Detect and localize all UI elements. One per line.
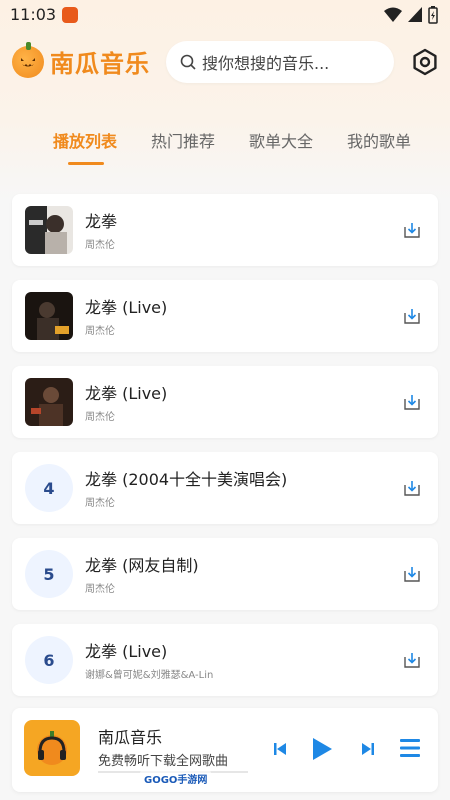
next-icon[interactable] xyxy=(360,741,376,757)
app-name: 南瓜音乐 xyxy=(50,50,150,78)
download-icon[interactable] xyxy=(402,306,422,326)
active-tab-indicator xyxy=(68,162,104,165)
song-row[interactable]: 6 龙拳 (Live) 谢娜&曾可妮&刘雅瑟&A-Lin xyxy=(12,624,438,696)
song-artist: 周杰伦 xyxy=(85,412,115,423)
brand: 南瓜音乐 xyxy=(12,41,150,79)
download-icon[interactable] xyxy=(402,478,422,498)
song-artist: 周杰伦 xyxy=(85,326,115,337)
playlist-icon[interactable] xyxy=(398,736,422,760)
mini-player[interactable]: 南瓜音乐 免费畅听下载全网歌曲 xyxy=(12,708,438,792)
song-row[interactable]: 龙拳 (Live) 周杰伦 xyxy=(12,366,438,438)
player-subtitle: 免费畅听下载全网歌曲 xyxy=(98,754,229,769)
song-row[interactable]: 5 龙拳 (网友自制) 周杰伦 xyxy=(12,538,438,610)
player-artwork-headphones-icon xyxy=(24,720,80,776)
song-index: 5 xyxy=(25,550,73,598)
battery-icon xyxy=(428,6,438,24)
status-icons xyxy=(384,6,438,24)
song-title: 龙拳 (Live) xyxy=(85,298,168,317)
status-bar: 11:03 xyxy=(0,0,450,30)
download-icon[interactable] xyxy=(402,220,422,240)
song-artist: 周杰伦 xyxy=(85,240,115,251)
tab-playlist[interactable]: 播放列表 xyxy=(53,128,117,152)
download-icon[interactable] xyxy=(402,650,422,670)
song-row[interactable]: 4 龙拳 (2004十全十美演唱会) 周杰伦 xyxy=(12,452,438,524)
search-placeholder: 搜你想搜的音乐... xyxy=(202,54,330,73)
wifi-icon xyxy=(384,7,402,22)
settings-hexagon-icon xyxy=(413,48,437,76)
song-title: 龙拳 (Live) xyxy=(85,642,168,661)
song-title: 龙拳 (Live) xyxy=(85,384,168,403)
song-index: 6 xyxy=(25,636,73,684)
notification-app-icon xyxy=(62,7,78,23)
song-title: 龙拳 (2004十全十美演唱会) xyxy=(85,470,288,489)
previous-icon[interactable] xyxy=(272,741,288,757)
song-artist: 谢娜&曾可妮&刘雅瑟&A-Lin xyxy=(85,670,214,681)
song-title: 龙拳 xyxy=(85,212,118,231)
song-title: 龙拳 (网友自制) xyxy=(85,556,199,575)
play-icon[interactable] xyxy=(310,736,334,762)
tab-hot[interactable]: 热门推荐 xyxy=(151,128,215,152)
song-artist: 周杰伦 xyxy=(85,498,115,509)
album-cover xyxy=(25,378,73,426)
album-cover xyxy=(25,206,73,254)
download-icon[interactable] xyxy=(402,564,422,584)
header-background xyxy=(0,0,450,200)
status-time: 11:03 xyxy=(10,5,57,24)
search-box[interactable]: 搜你想搜的音乐... xyxy=(166,41,394,83)
player-title: 南瓜音乐 xyxy=(98,728,163,747)
tab-collections[interactable]: 歌单大全 xyxy=(249,128,313,152)
song-row[interactable]: 龙拳 (Live) 周杰伦 xyxy=(12,280,438,352)
settings-button[interactable] xyxy=(408,45,442,79)
download-icon[interactable] xyxy=(402,392,422,412)
signal-icon xyxy=(408,7,422,22)
album-cover xyxy=(25,292,73,340)
song-index: 4 xyxy=(25,464,73,512)
song-row[interactable]: 龙拳 周杰伦 xyxy=(12,194,438,266)
tab-my-playlists[interactable]: 我的歌单 xyxy=(347,128,411,152)
watermark: GOGO手游网 xyxy=(140,770,212,787)
pumpkin-logo-icon xyxy=(12,41,44,78)
search-icon xyxy=(180,54,196,70)
song-artist: 周杰伦 xyxy=(85,584,115,595)
